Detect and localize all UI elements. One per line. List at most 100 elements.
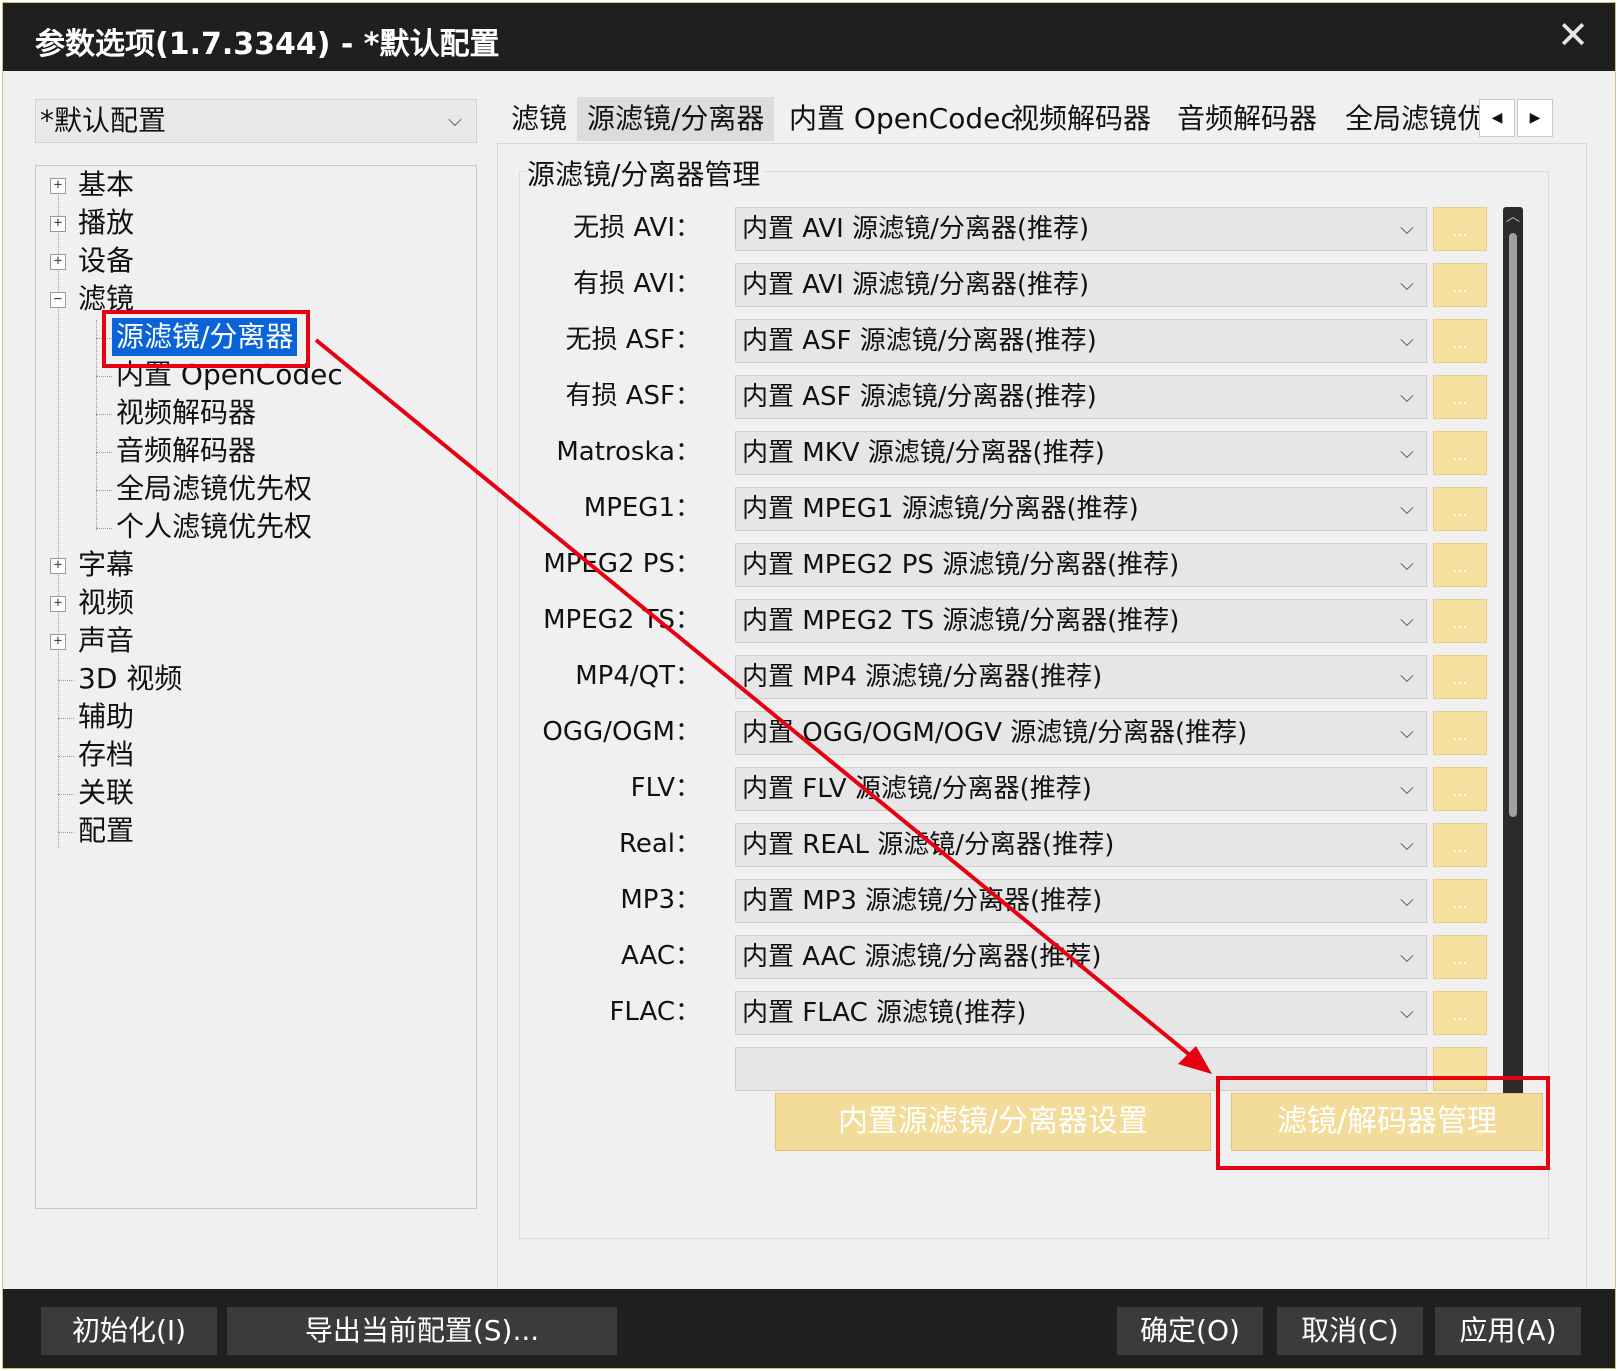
more-button[interactable]: ...: [1433, 431, 1487, 475]
more-button[interactable]: ...: [1433, 543, 1487, 587]
chevron-down-icon: ⌵: [1400, 218, 1414, 239]
tree-item-3d-video[interactable]: 3D 视频: [78, 660, 182, 698]
tab-video-decoder[interactable]: 视频解码器: [1001, 97, 1161, 141]
more-button[interactable]: ...: [1433, 991, 1487, 1035]
window-title: 参数选项(1.7.3344) - *默认配置: [35, 27, 500, 62]
close-button[interactable]: ✕: [1551, 13, 1595, 57]
tree-item-device[interactable]: 设备: [78, 242, 134, 280]
row-label: MPEG1：: [583, 493, 701, 523]
tree-item-basic[interactable]: 基本: [78, 166, 134, 204]
chevron-down-icon: ⌵: [1400, 442, 1414, 463]
vertical-scrollbar[interactable]: ︿ ﹀: [1503, 207, 1523, 1131]
source-filter-select[interactable]: 内置 MKV 源滤镜/分离器(推荐) ⌵: [735, 431, 1427, 475]
source-filter-select[interactable]: 内置 OGG/OGM/OGV 源滤镜/分离器(推荐) ⌵: [735, 711, 1427, 755]
expand-icon[interactable]: +: [50, 558, 66, 574]
tree-item-sound[interactable]: 声音: [78, 622, 134, 660]
builtin-source-filter-settings-button[interactable]: 内置源滤镜/分离器设置: [775, 1093, 1211, 1151]
tree-item-global-priority[interactable]: 全局滤镜优先权: [116, 470, 312, 508]
scrollbar-thumb[interactable]: [1509, 233, 1517, 817]
title-bar: 参数选项(1.7.3344) - *默认配置 ✕: [3, 3, 1615, 71]
profile-select[interactable]: *默认配置 ⌵: [35, 99, 477, 143]
tree-item-playback[interactable]: 播放: [78, 204, 134, 242]
chevron-down-icon: ⌵: [1400, 666, 1414, 687]
list-item: FLV： 内置 FLV 源滤镜/分离器(推荐) ⌵ ...: [543, 765, 1493, 811]
source-filter-select[interactable]: 内置 AAC 源滤镜/分离器(推荐) ⌵: [735, 935, 1427, 979]
more-button[interactable]: ...: [1433, 375, 1487, 419]
tab-opencodec[interactable]: 内置 OpenCodec: [779, 97, 1026, 141]
source-filter-select[interactable]: 内置 AVI 源滤镜/分离器(推荐) ⌵: [735, 263, 1427, 307]
more-button[interactable]: ...: [1433, 487, 1487, 531]
row-label: 有损 ASF：: [565, 381, 701, 411]
apply-button[interactable]: 应用(A): [1435, 1307, 1581, 1355]
source-filter-select[interactable]: 内置 MPEG2 TS 源滤镜/分离器(推荐) ⌵: [735, 599, 1427, 643]
more-button[interactable]: ...: [1433, 935, 1487, 979]
more-button[interactable]: ...: [1433, 263, 1487, 307]
source-filter-select[interactable]: 内置 REAL 源滤镜/分离器(推荐) ⌵: [735, 823, 1427, 867]
expand-icon[interactable]: +: [50, 596, 66, 612]
chevron-down-icon: ⌵: [1400, 274, 1414, 295]
scroll-up-icon[interactable]: ︿: [1503, 207, 1523, 227]
row-label: MPEG2 TS：: [543, 605, 701, 635]
row-label: MP3：: [620, 885, 701, 915]
more-button[interactable]: ...: [1433, 823, 1487, 867]
chevron-down-icon: ⌵: [448, 110, 462, 131]
chevron-down-icon: ⌵: [1400, 778, 1414, 799]
chevron-down-icon: ⌵: [1400, 722, 1414, 743]
list-item: 无损 AVI： 内置 AVI 源滤镜/分离器(推荐) ⌵ ...: [543, 205, 1493, 251]
collapse-icon[interactable]: −: [50, 292, 66, 308]
more-button[interactable]: ...: [1433, 207, 1487, 251]
tab-scroll-right-icon[interactable]: ▶: [1517, 99, 1553, 137]
tree-item-config[interactable]: 配置: [78, 812, 134, 850]
tree-item-video[interactable]: 视频: [78, 584, 134, 622]
source-filter-select[interactable]: 内置 FLAC 源滤镜(推荐) ⌵: [735, 991, 1427, 1035]
source-filter-select[interactable]: 内置 MPEG2 PS 源滤镜/分离器(推荐) ⌵: [735, 543, 1427, 587]
more-button[interactable]: ...: [1433, 711, 1487, 755]
tree-item-association[interactable]: 关联: [78, 774, 134, 812]
tab-audio-decoder[interactable]: 音频解码器: [1167, 97, 1327, 141]
cancel-button[interactable]: 取消(C): [1277, 1307, 1423, 1355]
tab-source-filters[interactable]: 源滤镜/分离器: [577, 97, 775, 141]
source-filter-select[interactable]: 内置 MP3 源滤镜/分离器(推荐) ⌵: [735, 879, 1427, 923]
row-label: Matroska：: [556, 437, 701, 467]
more-button[interactable]: ...: [1433, 599, 1487, 643]
tab-scroll-left-icon[interactable]: ◀: [1479, 99, 1515, 137]
source-filter-select[interactable]: 内置 ASF 源滤镜/分离器(推荐) ⌵: [735, 375, 1427, 419]
select-value: 内置 MPEG2 TS 源滤镜/分离器(推荐): [742, 606, 1180, 636]
list-item: MPEG1： 内置 MPEG1 源滤镜/分离器(推荐) ⌵ ...: [543, 485, 1493, 531]
more-button[interactable]: ...: [1433, 319, 1487, 363]
more-button[interactable]: ...: [1433, 767, 1487, 811]
expand-icon[interactable]: +: [50, 178, 66, 194]
tree-connector: [96, 320, 97, 530]
select-value: 内置 MKV 源滤镜/分离器(推荐): [742, 438, 1105, 468]
row-label: 无损 AVI：: [573, 213, 701, 243]
tree-connector: [58, 794, 74, 795]
init-button[interactable]: 初始化(I): [41, 1307, 217, 1355]
row-label: AAC：: [621, 941, 701, 971]
tab-filters[interactable]: 滤镜: [501, 97, 577, 141]
expand-icon[interactable]: +: [50, 634, 66, 650]
source-filter-select[interactable]: 内置 MP4 源滤镜/分离器(推荐) ⌵: [735, 655, 1427, 699]
tree-item-subtitles[interactable]: 字幕: [78, 546, 134, 584]
expand-icon[interactable]: +: [50, 254, 66, 270]
row-label: Real：: [618, 829, 701, 859]
source-filter-select[interactable]: 内置 ASF 源滤镜/分离器(推荐) ⌵: [735, 319, 1427, 363]
tree-item-video-decoder[interactable]: 视频解码器: [116, 394, 256, 432]
source-filter-select[interactable]: 内置 MPEG1 源滤镜/分离器(推荐) ⌵: [735, 487, 1427, 531]
select-value: 内置 MP4 源滤镜/分离器(推荐): [742, 662, 1103, 692]
tree-connector: [58, 680, 74, 681]
tree-item-archive[interactable]: 存档: [78, 736, 134, 774]
tab-global-filter-priority[interactable]: 全局滤镜优: [1335, 97, 1485, 141]
tree-item-personal-priority[interactable]: 个人滤镜优先权: [116, 508, 312, 546]
tree-item-audio-decoder[interactable]: 音频解码器: [116, 432, 256, 470]
expand-icon[interactable]: +: [50, 216, 66, 232]
source-filter-select[interactable]: 内置 FLV 源滤镜/分离器(推荐) ⌵: [735, 767, 1427, 811]
ok-button[interactable]: 确定(O): [1117, 1307, 1263, 1355]
source-filter-select[interactable]: 内置 AVI 源滤镜/分离器(推荐) ⌵: [735, 207, 1427, 251]
tree-item-assist[interactable]: 辅助: [78, 698, 134, 736]
tree-connector: [96, 528, 112, 529]
export-config-button[interactable]: 导出当前配置(S)...: [227, 1307, 617, 1355]
list-item: 有损 ASF： 内置 ASF 源滤镜/分离器(推荐) ⌵ ...: [543, 373, 1493, 419]
more-button[interactable]: ...: [1433, 655, 1487, 699]
row-label: OGG/OGM：: [543, 717, 701, 747]
more-button[interactable]: ...: [1433, 879, 1487, 923]
